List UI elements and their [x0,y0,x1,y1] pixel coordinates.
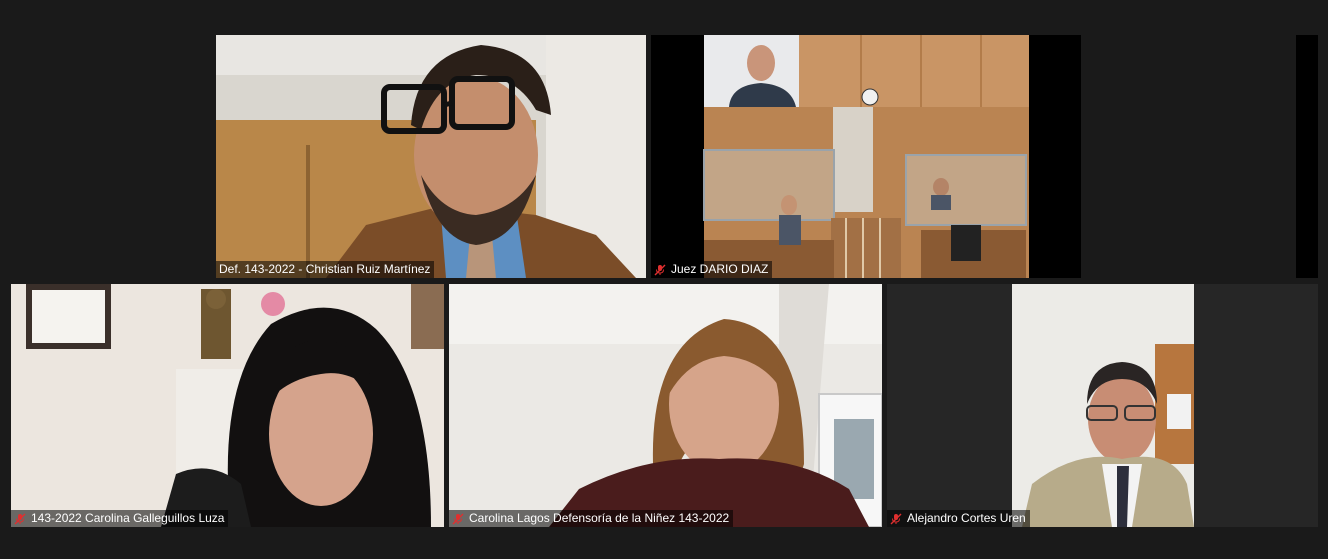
mic-muted-icon [452,513,464,524]
video-feed [887,284,1318,527]
participant-name-label: Juez DARIO DIAZ [651,261,773,278]
mic-muted-icon [654,264,666,275]
video-tile-judge[interactable]: Juez DARIO DIAZ [651,35,1081,278]
video-feed [449,284,882,527]
participant-name: Carolina Lagos Defensoría de la Niñez 14… [469,511,730,525]
video-tile-christian[interactable]: Def. 143-2022 - Christian Ruiz Martínez [216,35,646,278]
participant-name-label: Def. 143-2022 - Christian Ruiz Martínez [216,261,435,278]
offscreen-tile-edge [1296,35,1318,278]
participant-name: 143-2022 Carolina Galleguillos Luza [31,511,225,525]
participant-name: Def. 143-2022 - Christian Ruiz Martínez [219,262,431,276]
participant-name: Alejandro Cortes Uren [907,511,1026,525]
video-tile-alejandro[interactable]: Alejandro Cortes Uren [887,284,1318,527]
video-tile-carolina-galleguillos[interactable]: 143-2022 Carolina Galleguillos Luza [11,284,444,527]
participant-name-label: Alejandro Cortes Uren [887,510,1030,527]
video-feed [11,284,444,527]
mic-muted-icon [14,513,26,524]
participant-name: Juez DARIO DIAZ [671,262,769,276]
participant-name-label: 143-2022 Carolina Galleguillos Luza [11,510,229,527]
mic-muted-icon [890,513,902,524]
video-feed [651,35,1081,278]
video-feed [216,35,646,278]
participant-name-label: Carolina Lagos Defensoría de la Niñez 14… [449,510,734,527]
video-tile-carolina-lagos[interactable]: Carolina Lagos Defensoría de la Niñez 14… [449,284,882,527]
